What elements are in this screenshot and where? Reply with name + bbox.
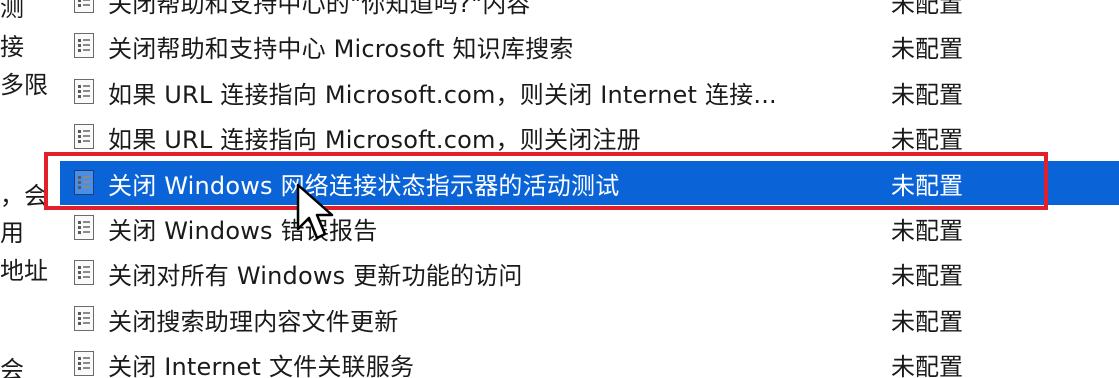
policy-setting-icon xyxy=(74,0,94,13)
left-pane-text: 会 xyxy=(0,356,24,378)
left-pane-text: 地址 xyxy=(0,257,48,285)
policy-state: 未配置 xyxy=(891,307,963,336)
policy-state: 未配置 xyxy=(891,352,963,378)
policy-name: 如果 URL 连接指向 Microsoft.com，则关闭 Internet 连… xyxy=(108,80,777,109)
policy-setting-icon xyxy=(74,306,94,331)
policy-setting-icon xyxy=(74,260,94,285)
policy-state: 未配置 xyxy=(891,171,963,200)
policy-row-selected[interactable]: 关闭 Windows 网络连接状态指示器的活动测试 未配置 xyxy=(60,161,1119,205)
policy-row[interactable]: 关闭 Internet 文件关联服务 未配置 xyxy=(64,342,1119,378)
policy-setting-icon xyxy=(74,33,94,58)
left-pane-text: 多限 xyxy=(0,71,48,99)
policy-setting-icon xyxy=(74,79,94,104)
left-pane-text: 接 xyxy=(0,33,24,61)
policy-name: 关闭帮助和支持中心 Microsoft 知识库搜索 xyxy=(108,34,574,63)
policy-setting-icon xyxy=(74,215,94,240)
left-pane-text: 用 xyxy=(0,219,24,247)
policy-row[interactable]: 关闭 Windows 错误报告 未配置 xyxy=(64,206,1119,250)
policy-row[interactable]: 如果 URL 连接指向 Microsoft.com，则关闭 Internet 连… xyxy=(64,70,1119,114)
policy-name: 关闭 Internet 文件关联服务 xyxy=(108,352,415,378)
policy-state: 未配置 xyxy=(891,80,963,109)
left-pane-text: ，会 xyxy=(0,182,48,210)
policy-state: 未配置 xyxy=(891,34,963,63)
policy-setting-icon xyxy=(74,351,94,376)
policy-name: 关闭 Windows 错误报告 xyxy=(108,216,378,245)
policy-settings-list: 关闭帮助和支持中心的"你知道吗?"内容 未配置 关闭帮助和支持中心 Micros… xyxy=(56,0,1119,378)
policy-name: 如果 URL 连接指向 Microsoft.com，则关闭注册 xyxy=(108,125,641,154)
policy-row[interactable]: 关闭搜索助理内容文件更新 未配置 xyxy=(64,297,1119,341)
policy-state: 未配置 xyxy=(891,125,963,154)
policy-state: 未配置 xyxy=(891,0,963,18)
policy-name: 关闭搜索助理内容文件更新 xyxy=(108,307,399,336)
policy-setting-icon xyxy=(74,124,94,149)
policy-row[interactable]: 关闭帮助和支持中心的"你知道吗?"内容 未配置 xyxy=(64,0,1119,23)
left-pane-text: 测 xyxy=(0,0,24,22)
policy-name: 关闭帮助和支持中心的"你知道吗?"内容 xyxy=(108,0,531,18)
policy-state: 未配置 xyxy=(891,261,963,290)
policy-row[interactable]: 如果 URL 连接指向 Microsoft.com，则关闭注册 未配置 xyxy=(64,115,1119,159)
policy-setting-icon xyxy=(74,170,94,195)
policy-name: 关闭 Windows 网络连接状态指示器的活动测试 xyxy=(108,171,620,200)
policy-name: 关闭对所有 Windows 更新功能的访问 xyxy=(108,261,523,290)
policy-state: 未配置 xyxy=(891,216,963,245)
left-description-pane: 测 接 多限 ，会 用 地址 会 xyxy=(0,0,50,378)
policy-row[interactable]: 关闭帮助和支持中心 Microsoft 知识库搜索 未配置 xyxy=(64,24,1119,68)
policy-row[interactable]: 关闭对所有 Windows 更新功能的访问 未配置 xyxy=(64,251,1119,295)
group-policy-settings-view: 测 接 多限 ，会 用 地址 会 关闭帮助和支持中心的"你知道吗?"内容 未配置… xyxy=(0,0,1119,378)
